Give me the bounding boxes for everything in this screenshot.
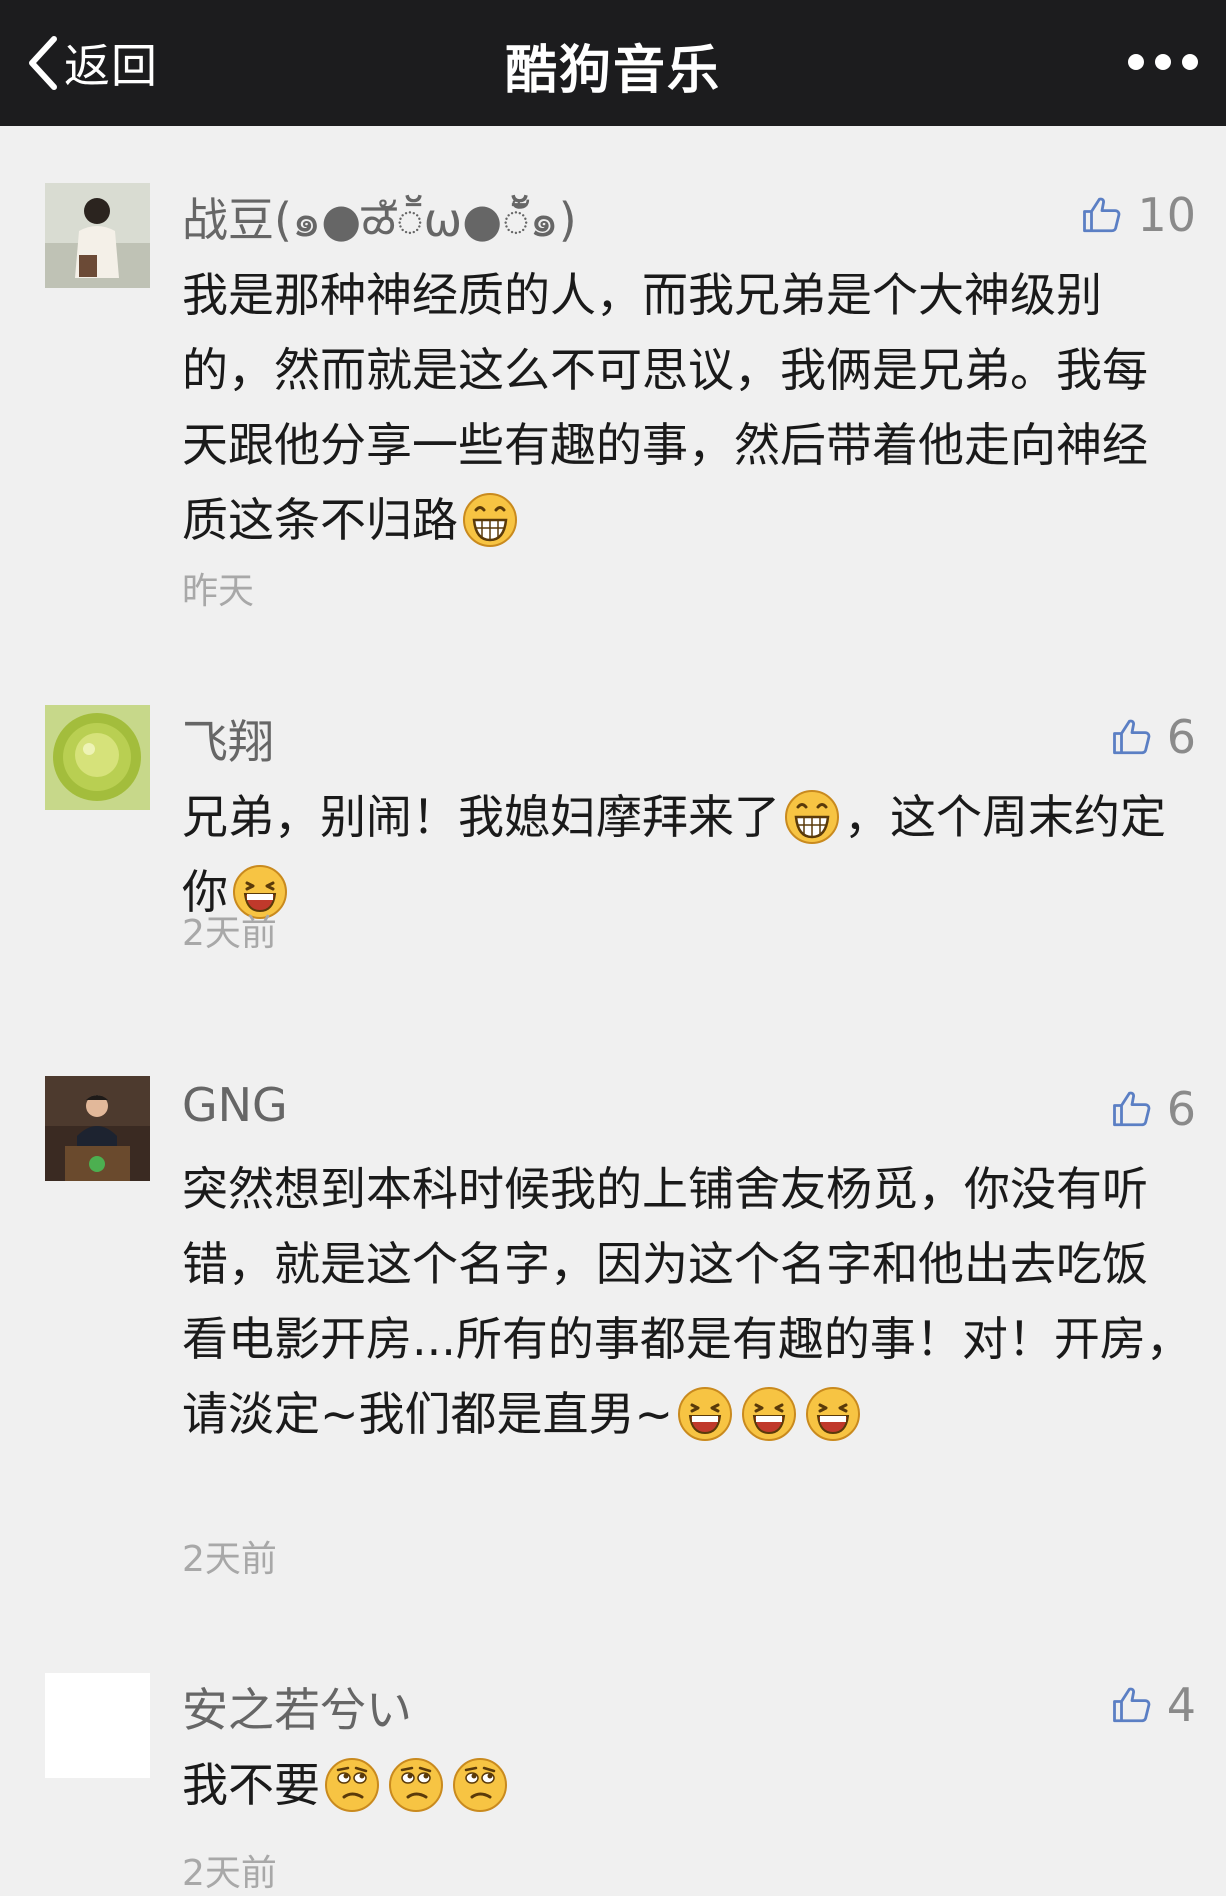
dot-icon [1128, 54, 1144, 70]
like-button[interactable]: 10 [1081, 188, 1196, 242]
grin-emoji [784, 789, 840, 845]
smile-emoji [805, 1386, 861, 1442]
dot-icon [1182, 54, 1198, 70]
avatar[interactable] [45, 1673, 150, 1778]
comment-author[interactable]: 战豆(๑●ळัॕω●ॕั๑) [182, 184, 577, 257]
smile-emoji [677, 1386, 733, 1442]
top-nav-bar: 返回 酷狗音乐 [0, 0, 1226, 126]
avatar[interactable] [45, 705, 150, 810]
comment-text: 突然想到本科时候我的上铺舍友杨觅，你没有听错，就是这个名字，因为这个名字和他出去… [182, 1152, 1192, 1452]
comment-timestamp: 2天前 [182, 913, 277, 954]
comment-author[interactable]: 飞翔 [182, 706, 274, 772]
comment-text: 兄弟，别闹！我媳妇摩拜来了 ，这个周末约定你 [182, 780, 1192, 930]
smile-emoji [741, 1386, 797, 1442]
comment-text: 我不要 [182, 1748, 1192, 1823]
page-title: 酷狗音乐 [504, 41, 721, 101]
more-menu-button[interactable] [1128, 44, 1198, 80]
comment-text-segment: 我不要 [182, 1758, 320, 1812]
comment-text: 我是那种神经质的人，而我兄弟是个大神级别的，然而就是这么不可思议，我俩是兄弟。我… [182, 258, 1192, 558]
like-count: 10 [1137, 188, 1196, 242]
like-button[interactable]: 4 [1111, 1678, 1196, 1732]
thumbs-up-icon [1112, 719, 1151, 755]
comment-author[interactable]: 安之若兮い [182, 1674, 412, 1740]
like-count: 4 [1166, 1678, 1196, 1732]
comment-timestamp: 2天前 [182, 1539, 277, 1580]
like-button[interactable]: 6 [1111, 1082, 1196, 1136]
like-button[interactable]: 6 [1111, 710, 1196, 764]
confused-emoji [324, 1757, 380, 1813]
avatar[interactable] [45, 1076, 150, 1181]
like-count: 6 [1166, 710, 1196, 764]
thumbs-up-icon [1083, 197, 1121, 233]
comment-text-segment: 兄弟，别闹！我媳妇摩拜来了 [182, 790, 780, 844]
comment-text-segment: 我是那种神经质的人，而我兄弟是个大神级别的，然而就是这么不可思议，我俩是兄弟。我… [182, 268, 1148, 547]
avatar[interactable] [45, 183, 150, 288]
comment-timestamp: 昨天 [182, 571, 255, 612]
like-count: 6 [1166, 1082, 1196, 1136]
confused-emoji [452, 1757, 508, 1813]
grin-emoji [462, 492, 518, 548]
dot-icon [1155, 54, 1171, 70]
confused-emoji [388, 1757, 444, 1813]
comment-author[interactable]: GNG [182, 1078, 288, 1132]
thumbs-up-icon [1112, 1091, 1151, 1127]
comment-timestamp: 2天前 [182, 1853, 277, 1894]
thumbs-up-icon [1112, 1687, 1151, 1723]
